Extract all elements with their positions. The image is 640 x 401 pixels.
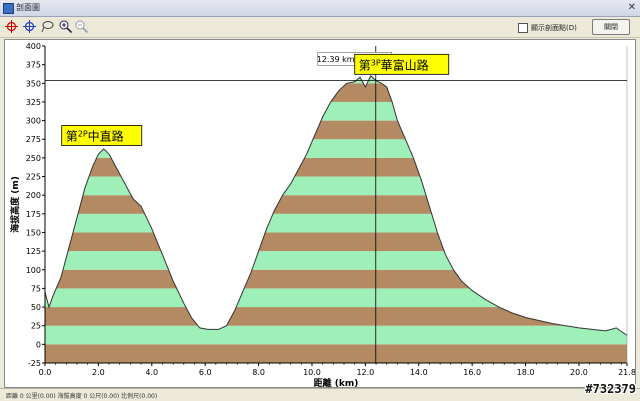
y-tick-label: 150 — [26, 228, 41, 237]
y-tick-label: 0 — [36, 340, 41, 349]
elevation-band — [45, 232, 627, 252]
watermark-text: #732379 — [585, 382, 636, 396]
elevation-band — [45, 325, 627, 345]
x-tick-label: 2.0 — [92, 368, 105, 377]
elevation-chart-frame: -25 0 25 50 75 100 125 150 175 200 225 250 275 300 325… — [4, 39, 636, 388]
y-tick-label: 275 — [26, 135, 41, 144]
lasso-icon[interactable] — [40, 19, 55, 34]
crosshair-red-icon[interactable] — [4, 19, 19, 34]
elevation-band — [45, 176, 627, 196]
peak-label-text: 第3P華富山路 — [359, 57, 429, 72]
y-tick-label: 200 — [26, 191, 41, 200]
zoom-out-icon[interactable] — [74, 19, 89, 34]
elevation-band — [45, 83, 627, 102]
y-tick-label: 100 — [26, 266, 41, 275]
y-tick-label: 175 — [26, 210, 41, 219]
y-tick-label: 300 — [26, 117, 41, 126]
elevation-profile-chart[interactable]: -25 0 25 50 75 100 125 150 175 200 225 250 275 300 325… — [5, 40, 635, 387]
status-text: 距離 0 公里(0.00) 海拔高度 0 公尺(0.00) 比例尺(0.00) — [6, 393, 158, 400]
zoom-in-icon[interactable] — [58, 19, 73, 34]
y-axis-label: 海拔高度 (m) — [9, 176, 21, 233]
x-tick-label: 14.0 — [410, 368, 428, 377]
x-tick-label: 21.8 — [618, 368, 635, 377]
elevation-band — [45, 101, 627, 121]
crosshair-blue-icon[interactable] — [22, 19, 37, 34]
y-tick-label: 250 — [26, 154, 41, 163]
status-bar: 距離 0 公里(0.00) 海拔高度 0 公尺(0.00) 比例尺(0.00) — [0, 388, 640, 401]
x-tick-label: 20.0 — [570, 368, 588, 377]
y-tick-label: 125 — [26, 247, 41, 256]
x-tick-label: 12.0 — [356, 368, 374, 377]
title-bar[interactable]: 剖面圖 ✕ — [0, 0, 640, 17]
y-tick-label: 400 — [26, 42, 41, 51]
app-icon — [3, 3, 14, 14]
x-tick-label: 18.0 — [517, 368, 535, 377]
y-tick-label: 225 — [26, 173, 41, 182]
elevation-bands — [45, 75, 627, 363]
toolbar: 顯示剖面點(D) 關閉 — [0, 17, 640, 38]
elevation-band — [45, 213, 627, 233]
y-tick-label: 325 — [26, 98, 41, 107]
elevation-band — [45, 344, 627, 363]
elevation-band — [45, 157, 627, 177]
elevation-band — [45, 288, 627, 308]
elevation-band — [45, 251, 627, 270]
window-close-icon[interactable]: ✕ — [628, 2, 636, 13]
elevation-band — [45, 269, 627, 289]
x-tick-label: 0.0 — [39, 368, 52, 377]
profile-window: 剖面圖 ✕ 顯示剖面點(D) 關閉 -25 0 25 50 75 100 125 150 175… — [0, 0, 640, 401]
x-tick-label: 4.0 — [145, 368, 158, 377]
show-points-checkbox[interactable]: 顯示剖面點(D) — [518, 22, 577, 34]
y-tick-label: 375 — [26, 61, 41, 70]
checkbox-label: 顯示剖面點(D) — [531, 24, 577, 32]
x-axis-label: 距離 (km) — [314, 377, 359, 387]
y-tick-label: 25 — [31, 322, 41, 331]
close-button[interactable]: 關閉 — [592, 19, 630, 35]
y-tick-label: 50 — [31, 303, 41, 312]
y-tick-label: 75 — [31, 284, 41, 293]
elevation-band — [45, 307, 627, 326]
peak-label-text: 第2P中直路 — [66, 128, 124, 143]
checkbox-box[interactable] — [518, 23, 528, 33]
window-title: 剖面圖 — [16, 3, 40, 12]
x-tick-label: 16.0 — [463, 368, 481, 377]
y-tick-label: 350 — [26, 79, 41, 88]
x-tick-label: 8.0 — [252, 368, 265, 377]
y-tick-label: -25 — [28, 359, 41, 368]
x-tick-label: 10.0 — [303, 368, 321, 377]
x-tick-label: 6.0 — [199, 368, 212, 377]
